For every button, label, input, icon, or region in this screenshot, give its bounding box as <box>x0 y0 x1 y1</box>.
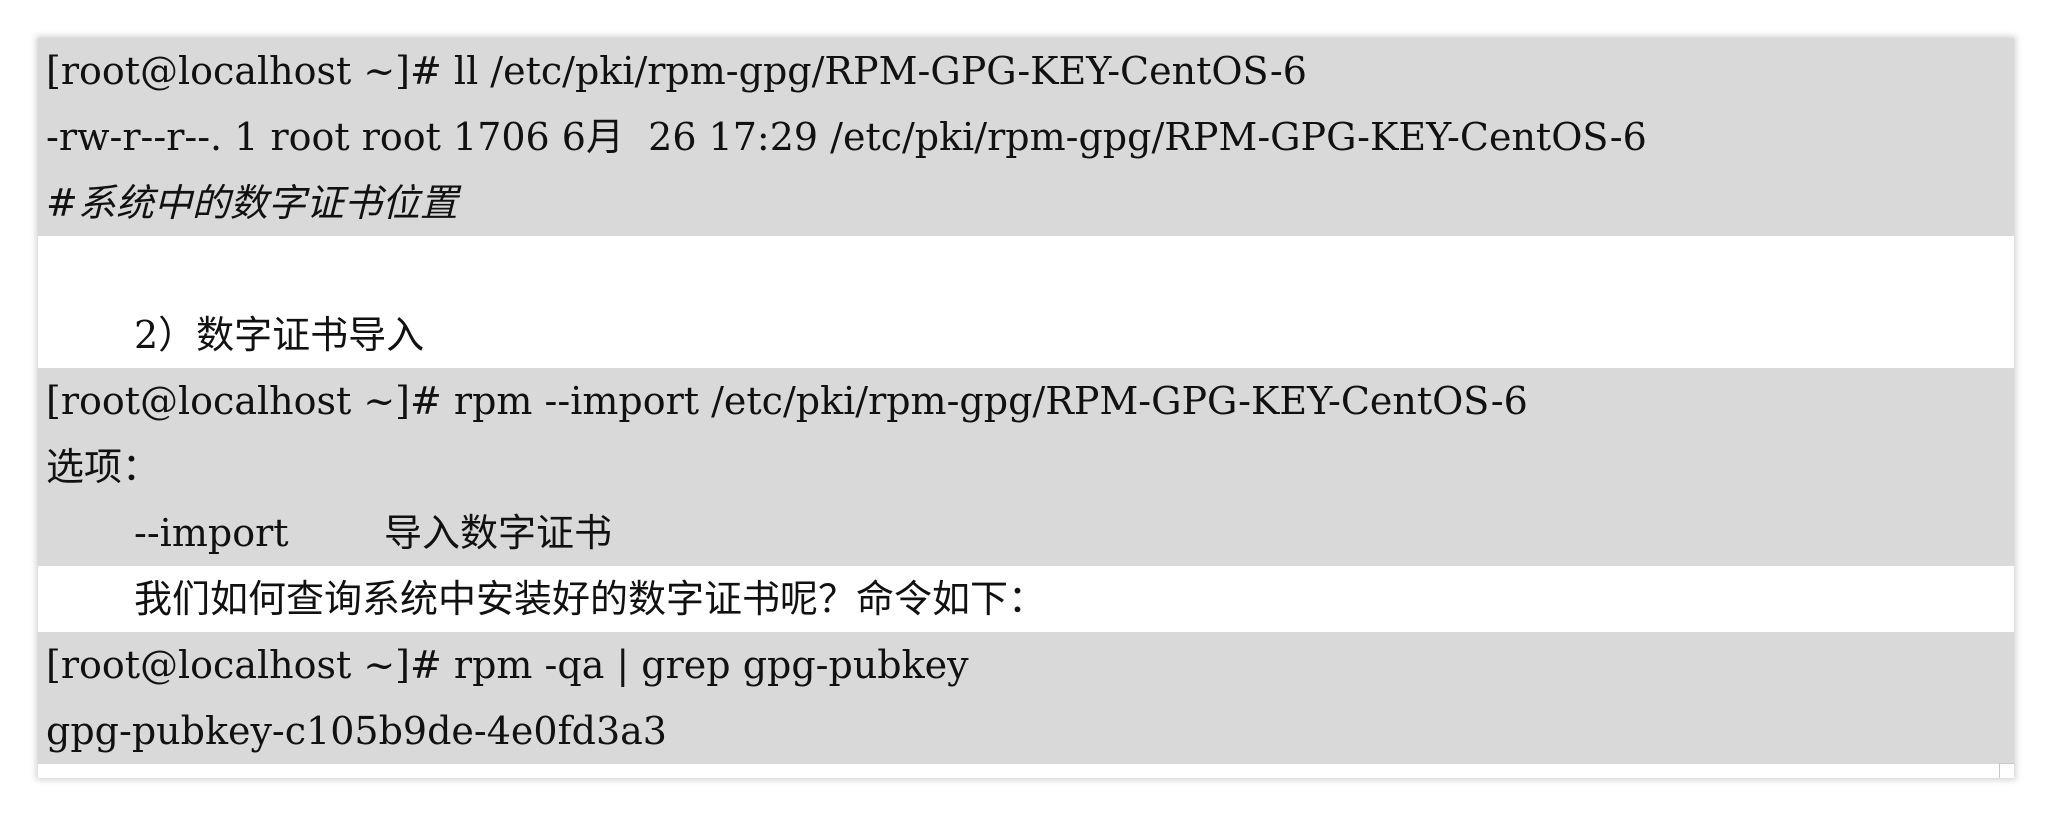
page-corner-mark <box>1999 763 2014 778</box>
option-flag: --import <box>134 511 289 555</box>
code-line-ll-command: [root@localhost ~]# ll /etc/pki/rpm-gpg/… <box>38 38 2014 104</box>
section-heading-cert-import: 2）数字证书导入 <box>134 313 425 357</box>
options-label: 选项： <box>38 434 2014 500</box>
code-line-ll-output: -rw-r--r--. 1 root root 1706 6月 26 17:29… <box>38 104 2014 170</box>
option-row-import: --import 导入数字证书 <box>38 500 2014 566</box>
body-paragraph-query: 我们如何查询系统中安装好的数字证书呢？命令如下： <box>134 577 1047 621</box>
code-line-rpm-import: [root@localhost ~]# rpm --import /etc/pk… <box>38 368 2014 434</box>
code-comment-cert-location: #系统中的数字证书位置 <box>38 170 2014 236</box>
code-line-rpm-qa: [root@localhost ~]# rpm -qa | grep gpg-p… <box>38 632 2014 698</box>
code-line-pubkey-output: gpg-pubkey-c105b9de-4e0fd3a3 <box>38 698 2014 764</box>
option-description: 导入数字证书 <box>384 511 613 555</box>
document-page: [root@localhost ~]# ll /etc/pki/rpm-gpg/… <box>38 38 2014 778</box>
